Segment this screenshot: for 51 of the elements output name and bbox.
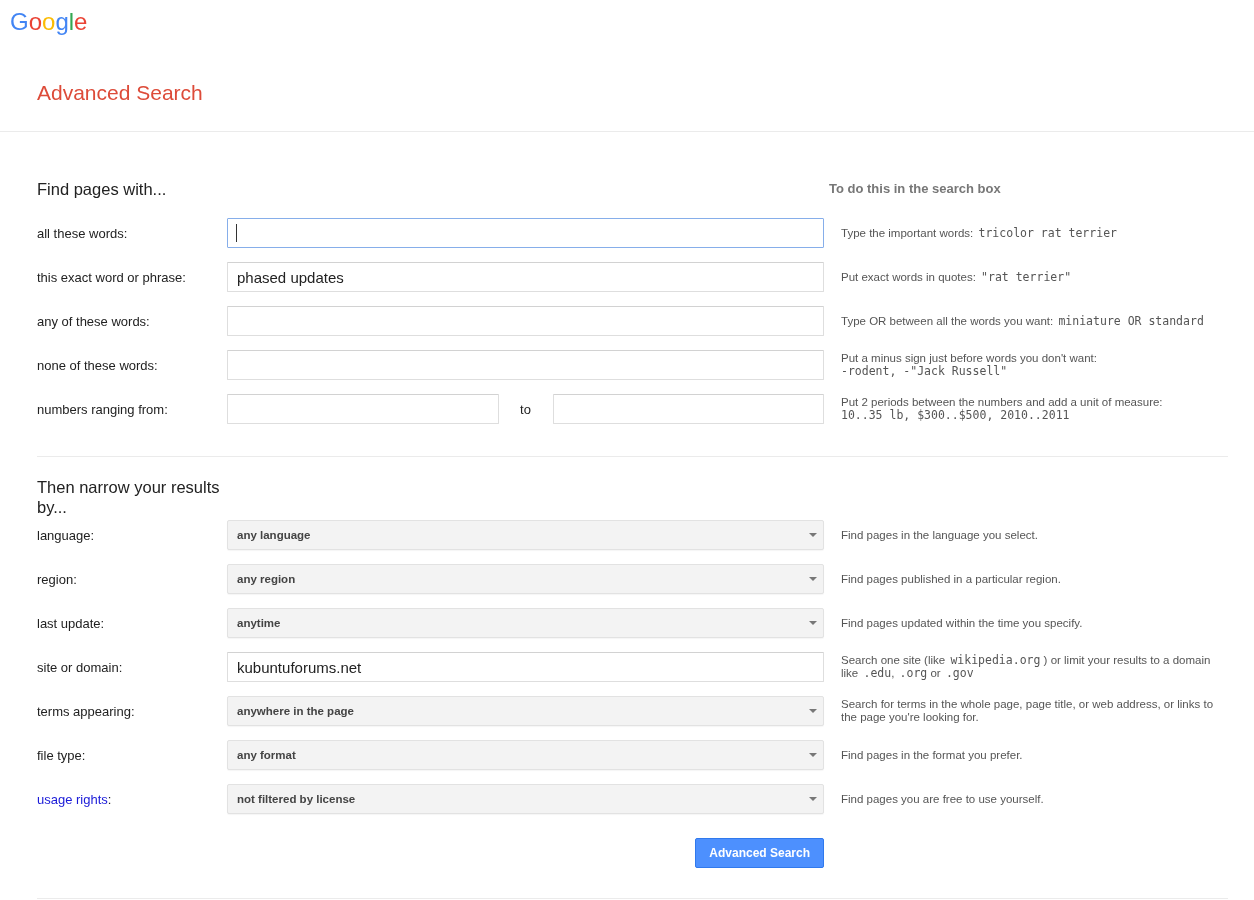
hint-text: Find pages in the language you select.: [840, 528, 1039, 542]
hint-text: Put exact words in quotes: "rat terrier": [840, 270, 1073, 284]
field-label: usage rights:: [37, 791, 113, 807]
page-title: Advanced Search: [37, 80, 203, 106]
text-field[interactable]: [227, 306, 824, 336]
dropdown[interactable]: any language: [227, 520, 824, 550]
dropdown[interactable]: not filtered by license: [227, 784, 824, 814]
hint-text: Put 2 periods between the numbers and add a unit of measure: 10..35 lb, $300..$500, 2010..2011: [840, 396, 1164, 422]
text-field[interactable]: [227, 350, 824, 380]
hint-text: Find pages you are free to use yourself.: [840, 792, 1045, 806]
field-label: region:: [37, 571, 78, 587]
field-label: numbers ranging from:: [37, 401, 169, 417]
section-heading: Find pages with...: [37, 179, 168, 199]
hint-text: Find pages in the format you prefer.: [840, 748, 1024, 762]
caret-icon: [809, 797, 817, 801]
field-label: all these words:: [37, 225, 129, 241]
dropdown[interactable]: anywhere in the page: [227, 696, 824, 726]
field-label: last update:: [37, 615, 106, 631]
text-field[interactable]: [227, 394, 499, 424]
logo[interactable]: Google: [10, 8, 88, 36]
field-label: any of these words:: [37, 313, 151, 329]
dropdown[interactable]: any region: [227, 564, 824, 594]
section-heading: Then narrow your results by...: [37, 477, 221, 517]
field-label: language:: [37, 527, 96, 543]
field-label: site or domain:: [37, 659, 124, 675]
dropdown[interactable]: anytime: [227, 608, 824, 638]
hint-heading: To do this in the search box: [828, 180, 1001, 198]
caret-icon: [809, 621, 817, 625]
caret-icon: [809, 533, 817, 537]
hint-text: Search for terms in the whole page, page title, or web address, or links to the page you're looking for.: [840, 698, 1215, 724]
text-field[interactable]: [227, 218, 824, 248]
text-field[interactable]: kubuntuforums.net: [227, 652, 824, 682]
hint-text: Search one site (like wikipedia.org ) or limit your results to a domain like .edu, .org or .gov: [840, 654, 1212, 680]
text-cursor-icon: [236, 224, 237, 242]
help-link[interactable]: usage rights: [37, 791, 108, 807]
range-separator-label: to: [519, 401, 532, 417]
hint-text: Find pages updated within the time you specify.: [840, 616, 1084, 630]
hint-text: Find pages published in a particular region.: [840, 572, 1062, 586]
hint-text: Type the important words: tricolor rat terrier: [840, 226, 1118, 240]
caret-icon: [809, 753, 817, 757]
hint-text: Type OR between all the words you want: miniature OR standard: [840, 314, 1205, 328]
text-field[interactable]: [552, 394, 824, 424]
field-label: this exact word or phrase:: [37, 269, 187, 285]
hint-text: Put a minus sign just before words you don't want: -rodent, -"Jack Russell": [840, 352, 1098, 378]
field-label: none of these words:: [37, 357, 159, 373]
dropdown[interactable]: any format: [227, 740, 824, 770]
field-label: terms appearing:: [37, 703, 136, 719]
caret-icon: [809, 577, 817, 581]
field-label: file type:: [37, 747, 87, 763]
text-field[interactable]: phased updates: [227, 262, 824, 292]
caret-icon: [809, 709, 817, 713]
